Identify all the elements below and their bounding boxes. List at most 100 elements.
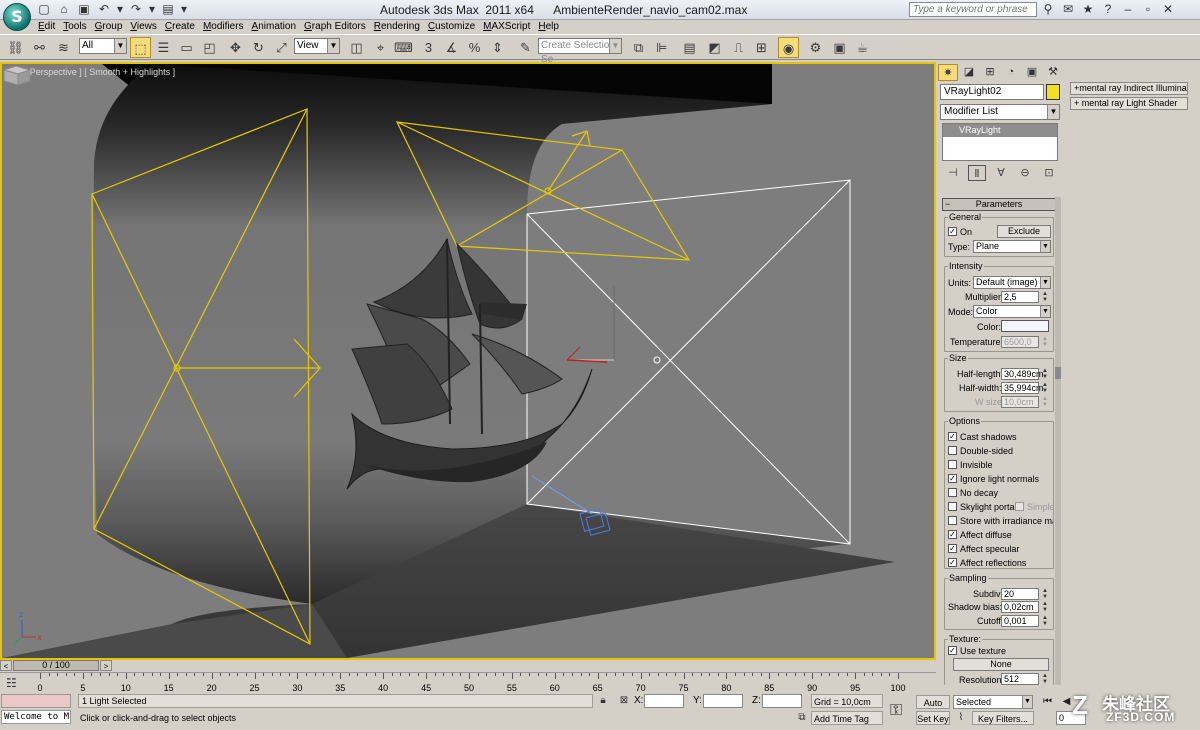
- default-tangents-icon[interactable]: ⌇: [954, 711, 968, 725]
- display-tab-icon[interactable]: ▣: [1022, 64, 1042, 81]
- time-slider-thumb[interactable]: 0 / 100: [13, 660, 99, 671]
- angle-snap-icon[interactable]: ∡: [441, 37, 462, 58]
- menu-create[interactable]: Create: [161, 20, 199, 34]
- selection-filter-dropdown[interactable]: All ▼: [79, 38, 127, 54]
- parameters-rollout-header[interactable]: − Parameters: [942, 198, 1056, 211]
- rectangular-selection-icon[interactable]: ▭: [176, 37, 197, 58]
- texture-none-button[interactable]: None: [953, 658, 1049, 671]
- menu-help[interactable]: Help: [534, 20, 563, 34]
- save-icon[interactable]: ▣: [76, 2, 92, 17]
- select-and-scale-icon[interactable]: ⤢: [271, 37, 292, 58]
- light-color-swatch[interactable]: [1001, 320, 1049, 332]
- add-time-tag-button[interactable]: Add Time Tag: [811, 711, 883, 725]
- hierarchy-tab-icon[interactable]: ⊞: [980, 64, 1000, 81]
- close-icon[interactable]: ✕: [1160, 2, 1176, 17]
- render-production-icon[interactable]: ☕: [852, 37, 873, 58]
- select-and-link-icon[interactable]: ⛓: [5, 37, 26, 58]
- z-coordinate-field[interactable]: [762, 694, 802, 708]
- mode-dropdown[interactable]: Color ▼: [973, 305, 1051, 318]
- no-decay-checkbox[interactable]: [948, 488, 957, 497]
- open-mini-curve-editor-icon[interactable]: ☷: [6, 676, 17, 690]
- menu-edit[interactable]: Edit: [34, 20, 59, 34]
- pivot-point-center-icon[interactable]: ◫: [346, 37, 367, 58]
- scrollbar-thumb[interactable]: [1055, 367, 1061, 379]
- select-by-name-icon[interactable]: ☰: [153, 37, 174, 58]
- menu-modifiers[interactable]: Modifiers: [199, 20, 248, 34]
- layer-manager-icon[interactable]: ▤: [679, 37, 700, 58]
- w-size-field[interactable]: 10,0cm: [1001, 396, 1039, 408]
- graphite-modeling-icon[interactable]: ◩: [704, 37, 725, 58]
- command-panel-scrollbar[interactable]: [1055, 197, 1061, 685]
- maxscript-mini-listener-input[interactable]: Welcome to M: [1, 710, 71, 724]
- menu-group[interactable]: Group: [91, 20, 127, 34]
- edit-named-selection-icon[interactable]: ✎: [515, 37, 536, 58]
- resolution-field[interactable]: 512: [1001, 673, 1039, 685]
- help-icon[interactable]: ?: [1100, 2, 1116, 17]
- key-filters-button[interactable]: Key Filters...: [972, 711, 1034, 725]
- double-sided-checkbox[interactable]: [948, 446, 957, 455]
- select-and-rotate-icon[interactable]: ↻: [248, 37, 269, 58]
- named-selection-dropdown[interactable]: Create Selection Se ▼: [538, 38, 622, 65]
- menu-customize[interactable]: Customize: [424, 20, 479, 34]
- binoculars-icon[interactable]: ⚲: [1040, 2, 1056, 17]
- y-coordinate-field[interactable]: [703, 694, 743, 708]
- stack-item-vraylight[interactable]: VRayLight: [943, 124, 1057, 137]
- selection-lock-icon[interactable]: 🔒︎: [596, 694, 610, 708]
- modifier-list-dropdown[interactable]: Modifier List ▼: [940, 104, 1060, 120]
- reference-coordinate-dropdown[interactable]: View ▼: [294, 38, 340, 54]
- key-mode-dropdown[interactable]: Selected ▼: [953, 695, 1033, 709]
- menu-graph-editors[interactable]: Graph Editors: [300, 20, 370, 34]
- half-length-spinner[interactable]: ▲ ▼: [1041, 368, 1049, 380]
- bind-to-space-warp-icon[interactable]: ≋: [53, 37, 74, 58]
- utilities-tab-icon[interactable]: ⚒: [1043, 64, 1063, 81]
- redo-icon[interactable]: ↷: [128, 2, 144, 17]
- select-and-move-icon[interactable]: ✥: [225, 37, 246, 58]
- track-bar[interactable]: ☷ 0 5 10 15 20 25 30 35 40 45 50 55 60 65 70 75 80 85 90 95…: [0, 672, 936, 694]
- set-key-button[interactable]: Set Key: [916, 711, 950, 725]
- w-size-spinner[interactable]: ▲ ▼: [1041, 396, 1049, 408]
- time-slider[interactable]: < 0 / 100 >: [0, 660, 936, 672]
- ignore-light-normals-checkbox[interactable]: ✓: [948, 474, 957, 483]
- project-folder-icon[interactable]: ▤: [160, 2, 176, 17]
- simple-checkbox[interactable]: [1015, 502, 1024, 511]
- invisible-checkbox[interactable]: [948, 460, 957, 469]
- temperature-field[interactable]: 6500,0: [1001, 336, 1039, 348]
- percent-snap-icon[interactable]: %: [464, 37, 485, 58]
- configure-modifier-sets-icon[interactable]: ⊡: [1040, 165, 1058, 181]
- search-input[interactable]: Type a keyword or phrase: [909, 2, 1037, 17]
- select-object-icon[interactable]: ⬚: [130, 37, 151, 58]
- align-icon[interactable]: ⊫: [651, 37, 672, 58]
- units-dropdown[interactable]: Default (image) ▼: [973, 276, 1051, 289]
- spinner-snap-icon[interactable]: ⇕: [487, 37, 508, 58]
- curve-editor-icon[interactable]: ⎍: [728, 37, 749, 58]
- time-tag-icon[interactable]: ⧉: [795, 711, 809, 725]
- remove-modifier-icon[interactable]: ⊖: [1016, 165, 1034, 181]
- minimize-icon[interactable]: ‒: [1120, 2, 1136, 17]
- store-irradiance-checkbox[interactable]: [948, 516, 957, 525]
- snaps-toggle-icon[interactable]: 3: [418, 37, 439, 58]
- auto-key-button[interactable]: Auto Key: [916, 695, 950, 722]
- time-slider-prev-icon[interactable]: <: [0, 660, 12, 671]
- half-width-field[interactable]: 35,994cm: [1001, 382, 1044, 394]
- maxscript-mini-listener-output[interactable]: [1, 694, 71, 708]
- go-to-start-icon[interactable]: ⏮: [1039, 695, 1056, 709]
- multiplier-spinner[interactable]: ▲ ▼: [1041, 291, 1049, 303]
- use-texture-checkbox[interactable]: ✓: [948, 646, 957, 655]
- motion-tab-icon[interactable]: ◔: [1001, 64, 1021, 81]
- undo-icon[interactable]: ↶: [96, 2, 112, 17]
- redo-dropdown-icon[interactable]: ▾: [148, 2, 156, 17]
- undo-dropdown-icon[interactable]: ▾: [116, 2, 124, 17]
- create-tab-icon[interactable]: ✷: [938, 64, 958, 81]
- quick-access-dropdown-icon[interactable]: ▾: [180, 2, 188, 17]
- exclude-button[interactable]: Exclude: [997, 225, 1051, 238]
- skylight-portal-checkbox[interactable]: [948, 502, 957, 511]
- half-width-spinner[interactable]: ▲ ▼: [1041, 382, 1049, 394]
- resolution-spinner[interactable]: ▲ ▼: [1041, 673, 1049, 685]
- render-setup-icon[interactable]: ⚙: [805, 37, 826, 58]
- rendered-frame-window-icon[interactable]: ▣: [829, 37, 850, 58]
- cutoff-spinner[interactable]: ▲ ▼: [1041, 615, 1049, 627]
- affect-specular-checkbox[interactable]: ✓: [948, 544, 957, 553]
- window-crossing-icon[interactable]: ◰: [199, 37, 220, 58]
- transform-gizmo[interactable]: [566, 286, 615, 363]
- menu-rendering[interactable]: Rendering: [370, 20, 424, 34]
